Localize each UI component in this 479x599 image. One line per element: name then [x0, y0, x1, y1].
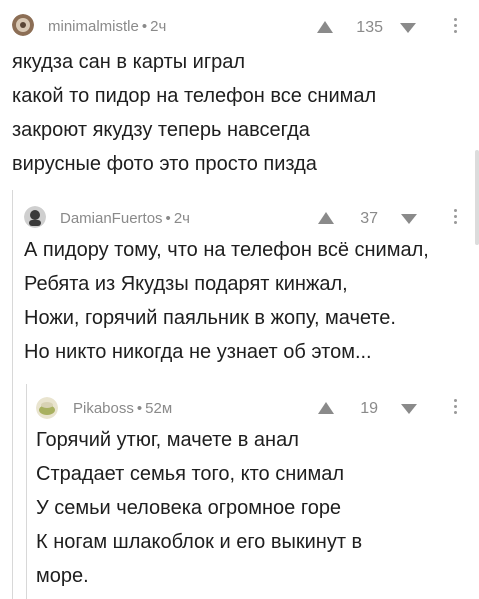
dot: [454, 24, 457, 27]
comment-time: 2ч: [150, 18, 167, 35]
separator: •: [136, 400, 143, 417]
separator: •: [165, 210, 171, 227]
comment-meta: Pikaboss • 52м: [73, 400, 172, 417]
comment-line: Ребята из Якудзы подарят кинжал,: [24, 273, 348, 295]
avatar[interactable]: [24, 206, 46, 228]
upvote-button[interactable]: [317, 211, 335, 230]
dot: [454, 209, 457, 212]
comment-meta: minimalmistle • 2ч: [48, 18, 166, 35]
avatar[interactable]: [12, 14, 34, 36]
comment-line: закроют якудзу теперь навсегда: [12, 119, 310, 141]
downvote-button[interactable]: [400, 402, 418, 420]
avatar[interactable]: [36, 397, 58, 419]
avatar-image: [12, 14, 34, 36]
comment-line: У семьи человека огромное горе: [36, 497, 342, 519]
comment-body: Горячий утюг, мачете в анал Страдает сем…: [36, 423, 362, 593]
comment-line: Горячий утюг, мачете в анал: [36, 429, 299, 451]
comment-meta: DamianFuertos • 2ч: [60, 210, 190, 227]
comment-line: Ножи, горячий паяльник в жопу, мачете.: [24, 307, 396, 329]
dot: [454, 215, 457, 218]
separator: •: [141, 18, 148, 35]
upvote-button[interactable]: [316, 20, 334, 39]
comment-body: якудза сан в карты играл какой то пидор …: [12, 45, 376, 181]
thread-line: [26, 384, 27, 599]
more-button[interactable]: [454, 209, 458, 227]
dot: [454, 221, 457, 224]
more-button[interactable]: [454, 399, 458, 417]
triangle-up-icon: [318, 212, 334, 224]
rating-count: 135: [356, 19, 383, 36]
author-name[interactable]: DamianFuertos: [60, 210, 163, 227]
dot: [454, 18, 457, 21]
comment-line: якудза сан в карты играл: [12, 51, 246, 73]
comment-line: Страдает семья того, кто снимал: [36, 463, 344, 485]
comment-line: Но никто никогда не узнает об этом...: [24, 341, 372, 363]
comment-body: А пидору тому, что на телефон всё снимал…: [24, 233, 429, 369]
rating-count: 37: [360, 210, 378, 227]
scrollbar[interactable]: [475, 150, 479, 245]
chevron-down-icon: [401, 214, 417, 224]
comment-time: 52м: [145, 400, 173, 417]
comment-line: К ногам шлакоблок и его выкинут в: [36, 531, 363, 553]
comment-line: море.: [36, 565, 89, 587]
dot: [454, 411, 457, 414]
chevron-down-icon: [400, 23, 416, 33]
thread-line: [12, 190, 13, 599]
triangle-up-icon: [318, 402, 334, 414]
dot: [454, 30, 457, 33]
downvote-button[interactable]: [399, 21, 417, 39]
avatar-image: [36, 397, 58, 419]
comment-line: вирусные фото это просто пизда: [12, 153, 317, 175]
dot: [454, 399, 457, 402]
chevron-down-icon: [401, 404, 417, 414]
rating-count: 19: [360, 400, 378, 417]
comment-line: А пидору тому, что на телефон всё снимал…: [24, 239, 429, 261]
comment-line: какой то пидор на телефон все снимал: [12, 85, 377, 107]
downvote-button[interactable]: [400, 212, 418, 230]
author-name[interactable]: minimalmistle: [48, 18, 139, 35]
dot: [454, 405, 457, 408]
triangle-up-icon: [317, 21, 333, 33]
more-button[interactable]: [454, 18, 458, 36]
comment-time: 2ч: [173, 210, 190, 227]
avatar-image: [24, 206, 46, 228]
author-name[interactable]: Pikaboss: [73, 400, 134, 417]
upvote-button[interactable]: [317, 401, 335, 420]
